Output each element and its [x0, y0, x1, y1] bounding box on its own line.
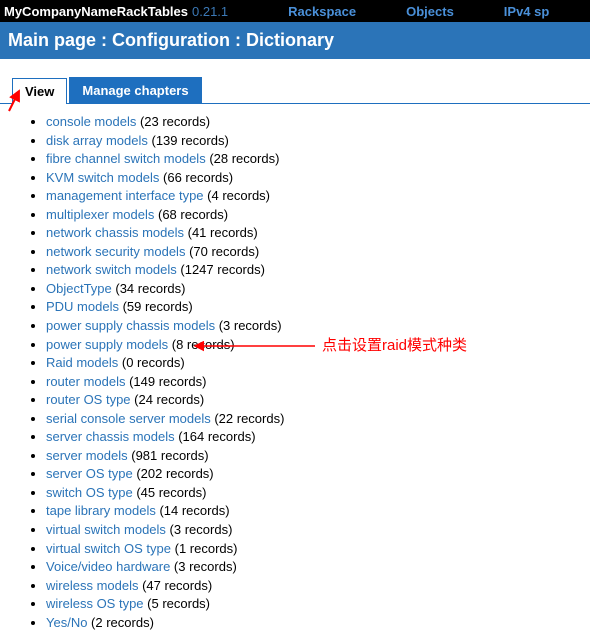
list-item: PDU models (59 records): [46, 298, 590, 316]
list-item: disk array models (139 records): [46, 132, 590, 150]
dictionary-link[interactable]: fibre channel switch models: [46, 151, 206, 166]
dictionary-link[interactable]: KVM switch models: [46, 170, 159, 185]
list-item: serial console server models (22 records…: [46, 410, 590, 428]
dictionary-link[interactable]: router OS type: [46, 392, 131, 407]
dictionary-link[interactable]: disk array models: [46, 133, 148, 148]
dictionary-link[interactable]: Raid models: [46, 355, 118, 370]
list-item: Yes/No (2 records): [46, 614, 590, 632]
list-item: server OS type (202 records): [46, 465, 590, 483]
nav-rackspace[interactable]: Rackspace: [288, 4, 356, 19]
record-count: (149 records): [125, 374, 206, 389]
record-count: (14 records): [156, 503, 230, 518]
top-nav: Rackspace Objects IPv4 sp: [288, 4, 549, 19]
list-item: management interface type (4 records): [46, 187, 590, 205]
list-item: switch OS type (45 records): [46, 484, 590, 502]
record-count: (202 records): [133, 466, 214, 481]
list-item: network chassis models (41 records): [46, 224, 590, 242]
record-count: (24 records): [131, 392, 205, 407]
list-item: power supply chassis models (3 records): [46, 317, 590, 335]
dictionary-link[interactable]: Voice/video hardware: [46, 559, 170, 574]
record-count: (45 records): [133, 485, 207, 500]
breadcrumb: Main page : Configuration : Dictionary: [0, 22, 590, 59]
record-count: (47 records): [138, 578, 212, 593]
record-count: (4 records): [204, 188, 270, 203]
record-count: (164 records): [175, 429, 256, 444]
list-item: Voice/video hardware (3 records): [46, 558, 590, 576]
record-count: (8 records): [168, 337, 234, 352]
list-item: power supply models (8 records): [46, 336, 590, 354]
nav-objects[interactable]: Objects: [406, 4, 454, 19]
dictionary-link[interactable]: network chassis models: [46, 225, 184, 240]
dictionary-link[interactable]: router models: [46, 374, 125, 389]
record-count: (68 records): [154, 207, 228, 222]
record-count: (34 records): [112, 281, 186, 296]
dictionary-link[interactable]: virtual switch models: [46, 522, 166, 537]
record-count: (3 records): [215, 318, 281, 333]
record-count: (1 records): [171, 541, 237, 556]
dictionary-link[interactable]: serial console server models: [46, 411, 211, 426]
dictionary-link[interactable]: virtual switch OS type: [46, 541, 171, 556]
dictionary-link[interactable]: wireless OS type: [46, 596, 144, 611]
dictionary-link[interactable]: server OS type: [46, 466, 133, 481]
brand-prefix: MyCompanyName: [4, 4, 117, 19]
list-item: KVM switch models (66 records): [46, 169, 590, 187]
record-count: (5 records): [144, 596, 210, 611]
record-count: (22 records): [211, 411, 285, 426]
record-count: (3 records): [166, 522, 232, 537]
dictionary-list: console models (23 records)disk array mo…: [28, 113, 590, 631]
list-item: router models (149 records): [46, 373, 590, 391]
list-item: server chassis models (164 records): [46, 428, 590, 446]
dictionary-link[interactable]: power supply chassis models: [46, 318, 215, 333]
dictionary-link[interactable]: network switch models: [46, 262, 177, 277]
dictionary-link[interactable]: console models: [46, 114, 136, 129]
list-item: network switch models (1247 records): [46, 261, 590, 279]
nav-ipv4[interactable]: IPv4 sp: [504, 4, 550, 19]
dictionary-link[interactable]: multiplexer models: [46, 207, 154, 222]
list-item: wireless models (47 records): [46, 577, 590, 595]
list-item: virtual switch models (3 records): [46, 521, 590, 539]
list-item: fibre channel switch models (28 records): [46, 150, 590, 168]
dictionary-link[interactable]: power supply models: [46, 337, 168, 352]
list-item: wireless OS type (5 records): [46, 595, 590, 613]
list-item: tape library models (14 records): [46, 502, 590, 520]
version: 0.21.1: [192, 4, 228, 19]
record-count: (3 records): [170, 559, 236, 574]
record-count: (139 records): [148, 133, 229, 148]
dictionary-link[interactable]: server chassis models: [46, 429, 175, 444]
record-count: (70 records): [185, 244, 259, 259]
tabs-row: View Manage chapters: [0, 59, 590, 104]
list-item: Raid models (0 records): [46, 354, 590, 372]
record-count: (41 records): [184, 225, 258, 240]
record-count: (28 records): [206, 151, 280, 166]
record-count: (2 records): [87, 615, 153, 630]
record-count: (23 records): [136, 114, 210, 129]
list-item: server models (981 records): [46, 447, 590, 465]
record-count: (59 records): [119, 299, 193, 314]
list-item: network security models (70 records): [46, 243, 590, 261]
record-count: (66 records): [159, 170, 233, 185]
list-item: ObjectType (34 records): [46, 280, 590, 298]
list-item: virtual switch OS type (1 records): [46, 540, 590, 558]
dictionary-link[interactable]: PDU models: [46, 299, 119, 314]
list-item: console models (23 records): [46, 113, 590, 131]
tab-view[interactable]: View: [12, 78, 67, 104]
record-count: (981 records): [128, 448, 209, 463]
brand-suffix: RackTables: [117, 4, 188, 19]
dictionary-link[interactable]: ObjectType: [46, 281, 112, 296]
dictionary-link[interactable]: Yes/No: [46, 615, 87, 630]
record-count: (1247 records): [177, 262, 265, 277]
dictionary-link[interactable]: network security models: [46, 244, 185, 259]
tab-manage-chapters[interactable]: Manage chapters: [69, 77, 201, 103]
dictionary-link[interactable]: management interface type: [46, 188, 204, 203]
content: console models (23 records)disk array mo…: [0, 104, 590, 642]
top-bar: MyCompanyName RackTables 0.21.1 Rackspac…: [0, 0, 590, 22]
list-item: router OS type (24 records): [46, 391, 590, 409]
dictionary-link[interactable]: server models: [46, 448, 128, 463]
dictionary-link[interactable]: switch OS type: [46, 485, 133, 500]
dictionary-link[interactable]: wireless models: [46, 578, 138, 593]
list-item: multiplexer models (68 records): [46, 206, 590, 224]
dictionary-link[interactable]: tape library models: [46, 503, 156, 518]
record-count: (0 records): [118, 355, 184, 370]
